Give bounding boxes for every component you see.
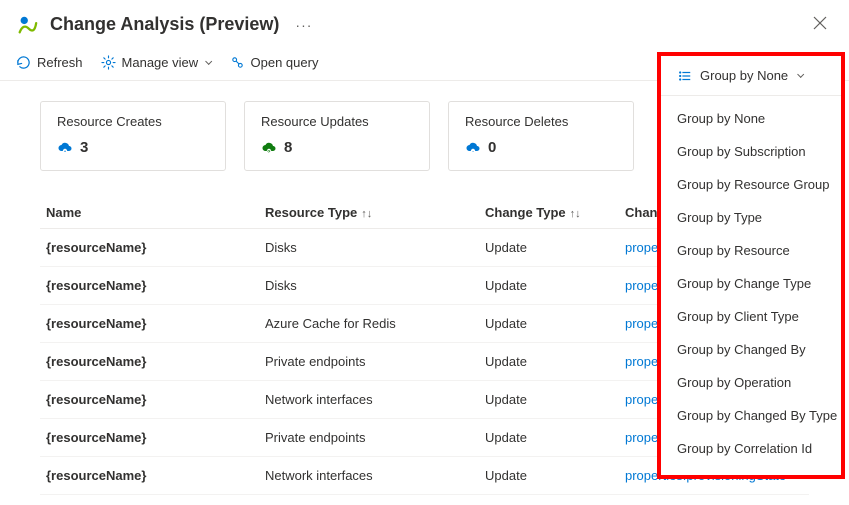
sort-icon: ↑↓	[361, 208, 372, 220]
dropdown-item[interactable]: Group by Resource	[661, 234, 841, 267]
divider	[661, 95, 841, 96]
refresh-label: Refresh	[37, 55, 83, 70]
cell-change: Update	[485, 316, 625, 331]
dropdown-item[interactable]: Group by Client Type	[661, 300, 841, 333]
list-icon	[677, 68, 692, 83]
card-title: Resource Creates	[57, 114, 209, 129]
dropdown-item[interactable]: Group by Resource Group	[661, 168, 841, 201]
col-header-type[interactable]: Resource Type ↑↓	[265, 205, 485, 220]
cell-type: Network interfaces	[265, 392, 485, 407]
card-value: ⟳8	[261, 139, 413, 156]
dropdown-item[interactable]: Group by None	[661, 102, 841, 135]
dropdown-item[interactable]: Group by Changed By	[661, 333, 841, 366]
refresh-button[interactable]: Refresh	[16, 55, 83, 70]
svg-text:+: +	[64, 149, 66, 153]
more-menu-icon[interactable]: ···	[295, 17, 312, 33]
dropdown-item[interactable]: Group by Change Type	[661, 267, 841, 300]
cell-name: {resourceName}	[40, 278, 265, 293]
manage-view-button[interactable]: Manage view	[101, 55, 212, 70]
cell-type: Private endpoints	[265, 430, 485, 445]
cell-name: {resourceName}	[40, 316, 265, 331]
summary-card[interactable]: Resource Updates⟳8	[244, 101, 430, 171]
cell-change: Update	[485, 240, 625, 255]
cell-type: Azure Cache for Redis	[265, 316, 485, 331]
cloud-icon: ⟳	[261, 140, 277, 156]
open-query-button[interactable]: Open query	[230, 55, 319, 70]
cell-change: Update	[485, 430, 625, 445]
card-count: 8	[284, 139, 292, 156]
cell-change: Update	[485, 468, 625, 483]
summary-card[interactable]: Resource Deletes−0	[448, 101, 634, 171]
summary-card[interactable]: Resource Creates +3	[40, 101, 226, 171]
group-by-label: Group by None	[700, 68, 788, 83]
change-analysis-icon	[16, 14, 38, 36]
svg-text:−: −	[472, 149, 474, 153]
header-bar: Change Analysis (Preview) ···	[0, 0, 849, 51]
manage-view-label: Manage view	[122, 55, 199, 70]
cell-type: Disks	[265, 240, 485, 255]
dropdown-item[interactable]: Group by Operation	[661, 366, 841, 399]
dropdown-item[interactable]: Group by Correlation Id	[661, 432, 841, 465]
cloud-icon: +	[57, 140, 73, 156]
cell-type: Network interfaces	[265, 468, 485, 483]
cell-name: {resourceName}	[40, 468, 265, 483]
card-count: 3	[80, 139, 88, 156]
cell-name: {resourceName}	[40, 354, 265, 369]
group-by-dropdown: Group by None Group by NoneGroup by Subs…	[657, 52, 845, 479]
col-header-name[interactable]: Name	[40, 205, 265, 220]
col-header-change[interactable]: Change Type ↑↓	[485, 205, 625, 220]
query-icon	[230, 55, 245, 70]
col-type-label: Resource Type	[265, 205, 357, 220]
cell-type: Private endpoints	[265, 354, 485, 369]
card-value: −0	[465, 139, 617, 156]
card-count: 0	[488, 139, 496, 156]
refresh-icon	[16, 55, 31, 70]
cell-change: Update	[485, 354, 625, 369]
card-value: +3	[57, 139, 209, 156]
cell-change: Update	[485, 278, 625, 293]
cell-change: Update	[485, 392, 625, 407]
close-button[interactable]	[807, 10, 833, 39]
cell-name: {resourceName}	[40, 240, 265, 255]
group-by-button[interactable]: Group by None	[661, 60, 841, 91]
page-title: Change Analysis (Preview)	[50, 14, 279, 35]
gear-icon	[101, 55, 116, 70]
cell-type: Disks	[265, 278, 485, 293]
dropdown-item[interactable]: Group by Type	[661, 201, 841, 234]
chevron-down-icon	[797, 71, 805, 79]
open-query-label: Open query	[251, 55, 319, 70]
cloud-icon: −	[465, 140, 481, 156]
dropdown-item[interactable]: Group by Subscription	[661, 135, 841, 168]
sort-icon: ↑↓	[570, 208, 581, 220]
col-change-label: Change Type	[485, 205, 566, 220]
chevron-down-icon	[205, 58, 213, 66]
card-title: Resource Deletes	[465, 114, 617, 129]
card-title: Resource Updates	[261, 114, 413, 129]
dropdown-item[interactable]: Group by Changed By Type	[661, 399, 841, 432]
cell-name: {resourceName}	[40, 392, 265, 407]
cell-name: {resourceName}	[40, 430, 265, 445]
